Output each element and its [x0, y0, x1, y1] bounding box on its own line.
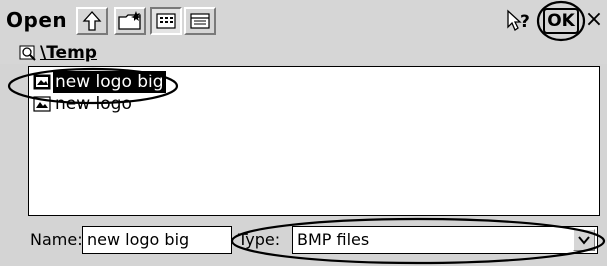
- open-dialog: Open ? OK × \Temp new logo big new logo …: [0, 0, 607, 266]
- title-bar: Open ? OK ×: [0, 0, 607, 42]
- file-type-select[interactable]: BMP files: [292, 226, 598, 254]
- bitmap-file-icon: [33, 74, 51, 90]
- file-type-value: BMP files: [297, 230, 370, 249]
- name-label: Name:: [30, 230, 83, 249]
- dropdown-button[interactable]: [573, 229, 595, 251]
- list-view-button[interactable]: [150, 7, 182, 35]
- dialog-title: Open: [6, 8, 68, 32]
- type-label: Type:: [238, 230, 281, 249]
- file-name-input[interactable]: new logo big: [82, 226, 232, 254]
- help-button[interactable]: ?: [503, 7, 535, 35]
- details-view-icon: [190, 13, 210, 29]
- file-name: new logo: [55, 94, 132, 114]
- folder-search-icon: [19, 45, 36, 61]
- new-folder-icon: [118, 11, 141, 30]
- svg-text:?: ?: [520, 12, 530, 32]
- file-list[interactable]: new logo big new logo: [28, 66, 600, 216]
- chevron-down-icon: [578, 236, 590, 245]
- up-folder-button[interactable]: [76, 7, 108, 35]
- current-path[interactable]: \Temp: [40, 42, 97, 64]
- bitmap-file-icon: [33, 96, 51, 112]
- list-view-icon: [156, 13, 176, 29]
- ok-button[interactable]: OK: [543, 8, 579, 34]
- file-name: new logo big: [53, 71, 166, 93]
- close-button[interactable]: ×: [584, 6, 604, 34]
- new-folder-button[interactable]: [114, 7, 146, 35]
- folder-up-icon: [82, 11, 102, 31]
- help-arrow-icon: ?: [507, 9, 530, 32]
- details-view-button[interactable]: [184, 7, 216, 35]
